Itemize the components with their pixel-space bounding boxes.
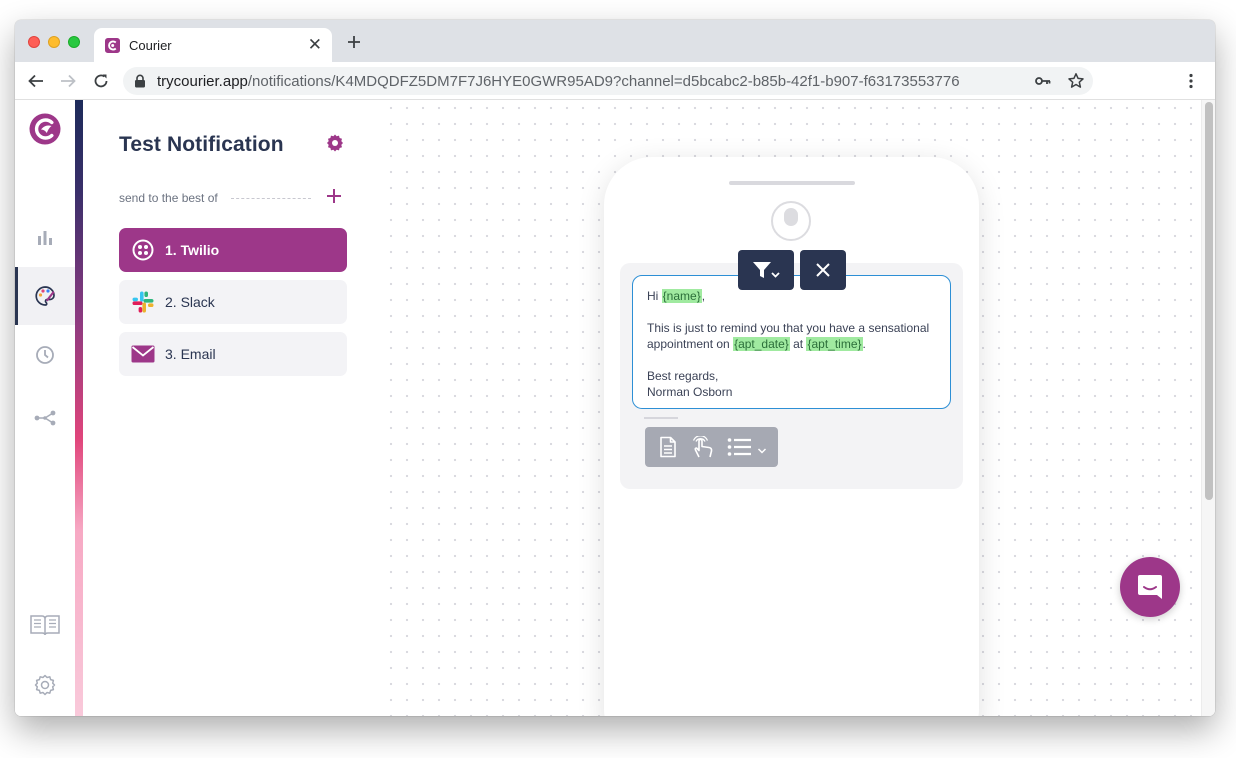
browser-window: Courier ✕ trycourier.app/notifications/K…	[15, 20, 1215, 716]
brand-gradient-stripe	[75, 100, 83, 716]
signoff-line: Best regards,	[647, 369, 719, 383]
phone-notch	[729, 181, 855, 185]
message-card: Hi {name}, This is just to remind you th…	[620, 263, 963, 489]
email-icon	[131, 342, 155, 366]
sidebar-item-designer[interactable]	[15, 267, 75, 325]
integrations-icon	[34, 410, 56, 426]
chevron-down-icon[interactable]	[757, 447, 767, 455]
channel-item-twilio[interactable]: 1. Twilio	[119, 228, 347, 272]
courier-logo-icon	[29, 113, 61, 145]
twilio-icon	[131, 238, 155, 262]
add-channel-icon[interactable]	[326, 188, 342, 204]
key-icon[interactable]	[1035, 75, 1051, 87]
sidebar-item-settings[interactable]	[15, 656, 75, 714]
conditional-filter-button[interactable]	[738, 250, 794, 290]
close-icon	[816, 263, 830, 277]
channel-label: 2. Slack	[165, 294, 215, 310]
designer-icon	[35, 286, 55, 306]
card-divider	[644, 417, 678, 419]
tab-title: Courier	[129, 38, 172, 53]
history-icon	[36, 346, 54, 364]
filter-icon	[753, 262, 780, 278]
variable-apt-date[interactable]: {apt_date}	[733, 337, 790, 351]
variable-name[interactable]: {name}	[661, 289, 702, 303]
tab-close-icon[interactable]: ✕	[308, 35, 322, 55]
bookmark-star-icon[interactable]	[1067, 72, 1085, 90]
page-title: Test Notification	[119, 133, 284, 156]
reload-icon[interactable]	[92, 72, 110, 90]
channel-label: 3. Email	[165, 346, 216, 362]
courier-favicon-icon	[105, 38, 120, 53]
kebab-menu-icon[interactable]	[1188, 73, 1194, 89]
address-bar[interactable]: trycourier.app/notifications/K4MDQDFZ5DM…	[123, 67, 1093, 95]
text-block-icon[interactable]	[659, 436, 677, 458]
notification-panel: Test Notification send to the best of 1.…	[83, 100, 383, 716]
sidebar-rail	[15, 100, 75, 716]
slack-icon	[131, 290, 155, 314]
gear-icon[interactable]	[326, 134, 344, 152]
chat-icon	[1138, 575, 1162, 599]
block-toolbar	[645, 427, 778, 467]
channel-label: 1. Twilio	[165, 242, 220, 258]
send-to-divider	[231, 198, 311, 199]
tab-strip: Courier ✕	[15, 20, 1215, 62]
remove-block-button[interactable]	[800, 250, 846, 290]
sidebar-item-analytics[interactable]	[15, 208, 75, 266]
signature-line: Norman Osborn	[647, 385, 733, 399]
sidebar-item-integrations[interactable]	[15, 389, 75, 447]
sidebar-item-docs[interactable]	[15, 596, 75, 654]
url-text: trycourier.app/notifications/K4MDQDFZ5DM…	[157, 73, 960, 90]
variable-apt-time[interactable]: {apt_time}	[806, 337, 863, 351]
greeting-line: Hi {name},	[647, 289, 706, 303]
sidebar-item-history[interactable]	[15, 326, 75, 384]
scrollbar-thumb[interactable]	[1205, 102, 1213, 500]
avatar-placeholder-icon	[771, 201, 811, 241]
analytics-icon	[38, 231, 52, 245]
docs-icon	[30, 615, 60, 636]
phone-preview: Hi {name}, This is just to remind you th…	[604, 157, 979, 716]
new-tab-icon[interactable]	[345, 33, 363, 51]
list-block-icon[interactable]	[727, 436, 753, 458]
body-paragraph: This is just to remind you that you have…	[647, 321, 930, 351]
close-window-button[interactable]	[28, 36, 40, 48]
settings-icon	[34, 674, 56, 696]
back-arrow-icon[interactable]	[27, 72, 45, 90]
message-editor[interactable]: Hi {name}, This is just to remind you th…	[632, 275, 951, 409]
chat-launcher-button[interactable]	[1120, 557, 1180, 617]
send-to-label: send to the best of	[119, 191, 218, 205]
maximize-window-button[interactable]	[68, 36, 80, 48]
minimize-window-button[interactable]	[48, 36, 60, 48]
channel-item-email[interactable]: 3. Email	[119, 332, 347, 376]
forward-arrow-icon[interactable]	[59, 72, 77, 90]
app-content: Test Notification send to the best of 1.…	[15, 100, 1215, 716]
channel-item-slack[interactable]: 2. Slack	[119, 280, 347, 324]
lock-icon[interactable]	[134, 74, 146, 88]
vertical-scrollbar[interactable]	[1201, 100, 1215, 716]
action-block-icon[interactable]	[691, 436, 717, 458]
courier-logo[interactable]	[15, 100, 75, 158]
browser-tab-courier[interactable]: Courier ✕	[94, 28, 332, 62]
browser-toolbar: trycourier.app/notifications/K4MDQDFZ5DM…	[15, 62, 1215, 100]
